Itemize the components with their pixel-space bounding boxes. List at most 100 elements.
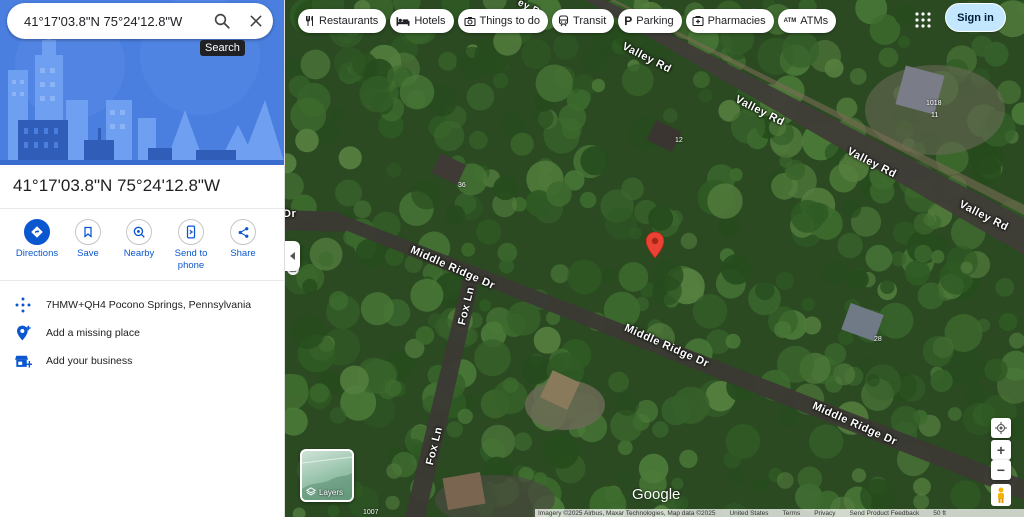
zoom-out-button[interactable]: − xyxy=(991,460,1011,480)
bed-icon xyxy=(396,16,410,27)
close-icon xyxy=(250,15,262,27)
chip-label: Things to do xyxy=(479,15,541,27)
add-missing-place-text: Add a missing place xyxy=(46,327,140,339)
chip-label: Pharmacies xyxy=(707,15,766,27)
map-footer: Imagery ©2025 Airbus, Maxar Technologies… xyxy=(535,509,1024,517)
nearby-button-circle xyxy=(126,219,152,245)
search-button[interactable] xyxy=(205,4,239,38)
google-maps-app: 41°17'03.8"N 75°24'12.8"W Search 41°17'0… xyxy=(0,0,1024,517)
fork-knife-icon xyxy=(304,15,315,27)
clear-search-button[interactable] xyxy=(239,4,273,38)
category-chips: Restaurants Hotels Things to do Transit … xyxy=(298,9,837,33)
save-button-circle xyxy=(75,219,101,245)
chip-restaurants[interactable]: Restaurants xyxy=(298,9,387,33)
parking-icon: P xyxy=(624,14,633,28)
my-location-button[interactable] xyxy=(991,418,1011,438)
camera-icon xyxy=(463,16,476,27)
house-number: 28 xyxy=(874,336,882,343)
nearby-icon xyxy=(133,226,145,238)
search-icon xyxy=(214,13,230,29)
search-tooltip: Search xyxy=(200,40,245,56)
chip-label: ATMs xyxy=(800,15,829,27)
region-link[interactable]: United States xyxy=(729,510,768,517)
share-icon xyxy=(238,226,248,238)
collapse-panel-button[interactable] xyxy=(285,241,300,271)
share-button-circle xyxy=(230,219,256,245)
bookmark-icon xyxy=(84,226,92,238)
add-place-icon-wrap xyxy=(0,324,46,342)
layers-icon xyxy=(306,487,316,496)
share-label: Share xyxy=(230,248,256,259)
terms-link[interactable]: Terms xyxy=(783,510,801,517)
save-label: Save xyxy=(77,248,99,259)
plus-icon: + xyxy=(996,442,1006,458)
road-label: Dr xyxy=(285,208,297,220)
map-canvas[interactable]: ey R Valley Rd Valley Rd Valley Rd Valle… xyxy=(285,0,1024,517)
plus-code-icon-wrap xyxy=(0,297,46,313)
pharmacy-icon xyxy=(692,15,704,27)
divider xyxy=(0,280,284,281)
add-business-text: Add your business xyxy=(46,355,133,367)
apps-grid-button[interactable] xyxy=(913,10,933,30)
divider xyxy=(0,208,284,209)
directions-button-circle xyxy=(24,219,50,245)
directions-icon xyxy=(31,226,43,238)
house-number: 11 xyxy=(931,112,939,119)
nearby-label: Nearby xyxy=(123,248,155,259)
house-number: 1007 xyxy=(363,509,379,516)
send-to-phone-button[interactable]: Send to phone xyxy=(161,219,221,271)
chip-parking[interactable]: P Parking xyxy=(618,9,682,33)
train-icon xyxy=(558,15,569,27)
chip-pharmacies[interactable]: Pharmacies xyxy=(685,9,774,33)
chip-label: Parking xyxy=(636,15,674,27)
chevron-left-icon xyxy=(289,252,295,260)
house-number: 12 xyxy=(675,137,683,144)
privacy-link[interactable]: Privacy xyxy=(814,510,835,517)
add-business-row[interactable]: Add your business xyxy=(0,347,284,375)
share-button[interactable]: Share xyxy=(213,219,273,260)
send-to-phone-label: Send to phone xyxy=(174,248,208,271)
add-business-icon-wrap xyxy=(0,353,46,369)
zoom-in-button[interactable]: + xyxy=(991,440,1011,460)
search-input[interactable]: 41°17'03.8"N 75°24'12.8"W xyxy=(24,14,205,29)
my-location-icon xyxy=(995,422,1007,434)
plus-code-row[interactable]: 7HMW+QH4 Pocono Springs, Pennsylvania xyxy=(0,291,284,319)
chip-label: Restaurants xyxy=(319,15,379,27)
chip-things-to-do[interactable]: Things to do xyxy=(457,9,549,33)
location-pin-icon[interactable] xyxy=(645,231,665,259)
plus-code-icon xyxy=(15,297,31,313)
street-view-pegman[interactable] xyxy=(991,484,1011,506)
sign-in-button[interactable]: Sign in xyxy=(945,3,1006,32)
send-to-phone-button-circle xyxy=(178,219,204,245)
add-place-icon xyxy=(17,325,31,341)
chip-transit[interactable]: Transit xyxy=(552,9,615,33)
search-box[interactable]: 41°17'03.8"N 75°24'12.8"W xyxy=(7,3,273,39)
add-missing-place-row[interactable]: Add a missing place xyxy=(0,319,284,347)
nearby-button[interactable]: Nearby xyxy=(109,219,169,260)
directions-label: Directions xyxy=(15,248,59,259)
plus-code-text: 7HMW+QH4 Pocono Springs, Pennsylvania xyxy=(46,299,252,311)
chip-label: Hotels xyxy=(414,15,446,27)
layers-label: Layers xyxy=(319,487,344,497)
pegman-icon xyxy=(998,487,1004,503)
house-number: 36 xyxy=(458,182,466,189)
feedback-link[interactable]: Send Product Feedback xyxy=(850,510,920,517)
place-title: 41°17'03.8"N 75°24'12.8"W xyxy=(13,176,221,195)
minus-icon: − xyxy=(996,462,1006,478)
imagery-attribution: Imagery ©2025 Airbus, Maxar Technologies… xyxy=(538,509,716,517)
phone-icon xyxy=(186,225,196,239)
google-logo: Google xyxy=(632,486,681,503)
action-bar: Directions Save Nearby Send to phone Sha… xyxy=(0,219,284,275)
house-number: 1018 xyxy=(926,100,942,107)
apps-grid-icon xyxy=(915,12,931,28)
side-panel: 41°17'03.8"N 75°24'12.8"W Search 41°17'0… xyxy=(0,0,285,517)
add-business-icon xyxy=(14,355,32,368)
layers-button[interactable]: Layers xyxy=(300,449,354,502)
chip-label: Transit xyxy=(573,15,607,27)
chip-hotels[interactable]: Hotels xyxy=(390,9,454,33)
scale-bar[interactable]: 50 ft xyxy=(933,510,946,517)
satellite-imagery xyxy=(285,0,1024,517)
chip-atms[interactable]: ATM ATMs xyxy=(777,9,837,33)
layers-label-wrap: Layers xyxy=(306,487,343,497)
atm-icon: ATM xyxy=(783,18,797,24)
